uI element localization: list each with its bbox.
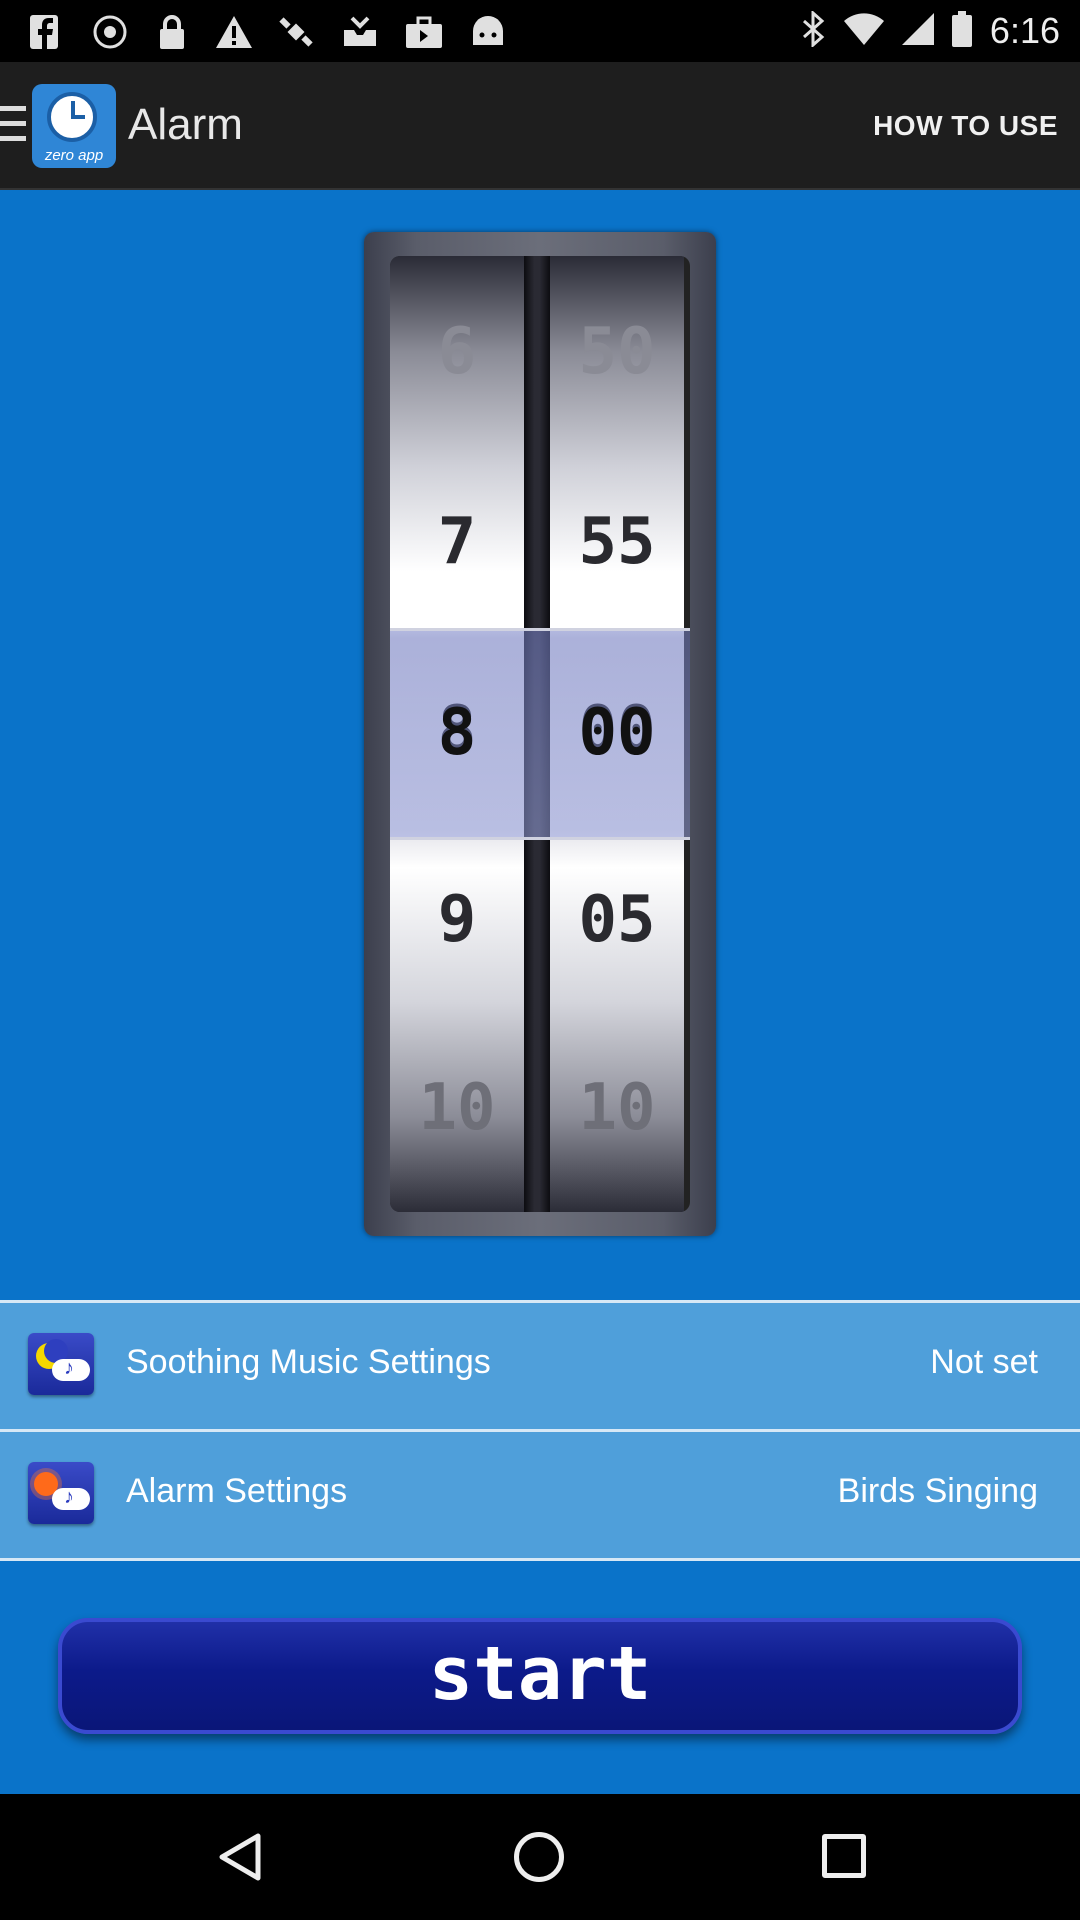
home-icon[interactable]	[514, 1832, 564, 1882]
selection-highlight: 8 00	[390, 628, 690, 840]
briefcase-icon	[404, 12, 444, 52]
status-bar: 6:16	[0, 0, 1080, 62]
sun-music-icon: ♪	[28, 1462, 94, 1524]
app-logo[interactable]: zero app	[32, 84, 116, 168]
recent-apps-icon[interactable]	[822, 1834, 866, 1878]
soothing-music-label: Soothing Music Settings	[126, 1343, 491, 1381]
soothing-music-value: Not set	[930, 1343, 1038, 1381]
time-picker-inner: 6 7 8 9 10 50 55 00 05 10 8 00	[390, 256, 690, 1212]
minute-option[interactable]: 05	[550, 880, 684, 960]
bluetooth-icon	[802, 9, 826, 52]
hour-option[interactable]: 10	[390, 1068, 524, 1148]
main-area: 6 7 8 9 10 50 55 00 05 10 8 00 ♪	[0, 190, 1080, 1794]
status-time: 6:16	[989, 10, 1060, 51]
logo-text: zero app	[44, 147, 104, 164]
selected-hour: 8	[437, 696, 477, 770]
back-icon[interactable]	[218, 1832, 262, 1887]
minute-option[interactable]: 10	[550, 1068, 684, 1148]
inbox-icon	[340, 12, 380, 52]
hour-option[interactable]: 9	[390, 880, 524, 960]
facebook-icon	[24, 12, 64, 52]
hour-option[interactable]: 7	[390, 502, 524, 582]
warning-icon	[214, 12, 254, 52]
signal-icon	[901, 12, 934, 50]
alarm-settings-value: Birds Singing	[837, 1472, 1038, 1510]
moon-music-icon: ♪	[28, 1333, 94, 1395]
menu-icon[interactable]	[0, 106, 26, 146]
alarm-settings-row[interactable]: ♪ Alarm Settings Birds Singing	[0, 1429, 1080, 1561]
minute-option[interactable]: 50	[550, 312, 684, 392]
time-picker: 6 7 8 9 10 50 55 00 05 10 8 00	[364, 232, 716, 1236]
navigation-bar	[0, 1794, 1080, 1920]
alarm-settings-label: Alarm Settings	[126, 1472, 348, 1510]
record-icon	[90, 12, 130, 52]
selected-minute: 00	[578, 696, 656, 770]
app-title: Alarm	[128, 100, 243, 149]
hour-option[interactable]: 6	[390, 312, 524, 392]
minute-option[interactable]: 55	[550, 502, 684, 582]
start-button[interactable]: start	[58, 1618, 1022, 1734]
how-to-use-button[interactable]: HOW TO USE	[873, 110, 1058, 142]
app-bar: zero app Alarm HOW TO USE	[0, 62, 1080, 190]
soothing-music-settings-row[interactable]: ♪ Soothing Music Settings Not set	[0, 1300, 1080, 1429]
battery-icon	[951, 10, 972, 52]
android-icon	[468, 12, 508, 52]
wifi-icon	[843, 12, 884, 50]
lock-icon	[152, 12, 192, 52]
satellite-icon	[276, 12, 316, 52]
